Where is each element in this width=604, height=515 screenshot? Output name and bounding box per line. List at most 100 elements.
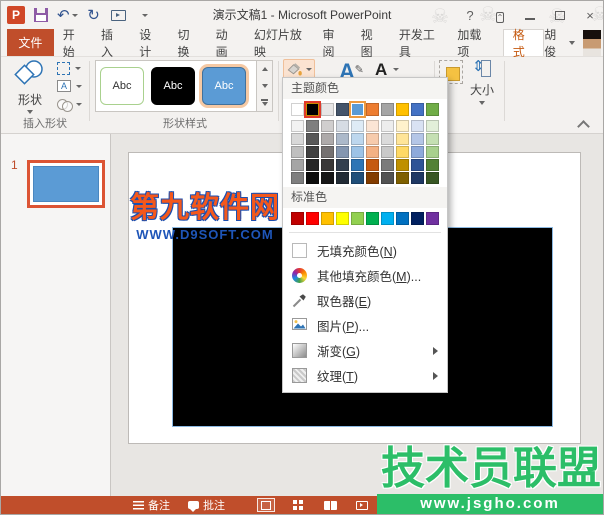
slide-sorter-view-button[interactable] bbox=[289, 498, 307, 512]
color-swatch[interactable] bbox=[351, 146, 364, 158]
color-swatch[interactable] bbox=[336, 133, 349, 145]
color-swatch[interactable] bbox=[411, 120, 424, 132]
color-swatch[interactable] bbox=[291, 120, 304, 132]
color-swatch[interactable] bbox=[426, 159, 439, 171]
color-swatch[interactable] bbox=[291, 146, 304, 158]
color-swatch[interactable] bbox=[366, 103, 379, 116]
color-swatch[interactable] bbox=[396, 133, 409, 145]
color-swatch[interactable] bbox=[336, 172, 349, 184]
color-swatch[interactable] bbox=[351, 120, 364, 132]
save-button[interactable] bbox=[32, 4, 50, 26]
color-swatch[interactable] bbox=[306, 133, 319, 145]
color-swatch[interactable] bbox=[396, 159, 409, 171]
color-swatch[interactable] bbox=[381, 120, 394, 132]
ribbon-tab[interactable]: 视图 bbox=[352, 29, 390, 56]
color-swatch[interactable] bbox=[306, 146, 319, 158]
color-swatch[interactable] bbox=[396, 172, 409, 184]
color-swatch[interactable] bbox=[351, 133, 364, 145]
color-swatch[interactable] bbox=[306, 172, 319, 184]
color-swatch[interactable] bbox=[396, 103, 409, 116]
zoom-out-button[interactable]: − bbox=[381, 499, 387, 511]
color-swatch[interactable] bbox=[426, 212, 439, 225]
ribbon-tab[interactable]: 开发工具 bbox=[390, 29, 448, 56]
color-swatch[interactable] bbox=[366, 172, 379, 184]
color-swatch[interactable] bbox=[291, 159, 304, 171]
redo-button[interactable]: ↻ bbox=[85, 4, 103, 26]
color-swatch[interactable] bbox=[351, 159, 364, 171]
fit-slide-to-window-button[interactable] bbox=[552, 500, 563, 511]
color-swatch[interactable] bbox=[306, 103, 319, 116]
color-swatch[interactable] bbox=[306, 159, 319, 171]
color-swatch[interactable] bbox=[411, 103, 424, 116]
color-swatch[interactable] bbox=[306, 212, 319, 225]
color-swatch[interactable] bbox=[381, 212, 394, 225]
color-swatch[interactable] bbox=[366, 120, 379, 132]
customize-qat-button[interactable] bbox=[135, 4, 153, 26]
comments-button[interactable]: 批注 bbox=[188, 497, 225, 513]
color-swatch[interactable] bbox=[411, 172, 424, 184]
shape-style-option[interactable]: Abc bbox=[100, 67, 144, 105]
zoom-slider[interactable] bbox=[393, 504, 497, 506]
ribbon-tab[interactable]: 加载项 bbox=[448, 29, 496, 56]
color-swatch[interactable] bbox=[381, 159, 394, 171]
user-menu[interactable]: 胡俊 bbox=[544, 29, 603, 56]
color-swatch[interactable] bbox=[321, 159, 334, 171]
fill-menu-item[interactable]: 无填充颜色(N) bbox=[283, 238, 447, 263]
color-swatch[interactable] bbox=[426, 133, 439, 145]
minimize-button[interactable] bbox=[521, 8, 539, 23]
color-swatch[interactable] bbox=[291, 212, 304, 225]
color-swatch[interactable] bbox=[366, 133, 379, 145]
color-swatch[interactable] bbox=[381, 172, 394, 184]
color-swatch[interactable] bbox=[336, 159, 349, 171]
fill-menu-item[interactable]: 取色器(E) bbox=[283, 288, 447, 313]
color-swatch[interactable] bbox=[411, 133, 424, 145]
ribbon-tab[interactable]: 开始 bbox=[54, 29, 92, 56]
shape-style-option[interactable]: Abc bbox=[151, 67, 195, 105]
fill-menu-item[interactable]: 其他填充颜色(M)... bbox=[283, 263, 447, 288]
shape-fill-button[interactable] bbox=[283, 59, 315, 79]
text-box-button[interactable]: A bbox=[57, 78, 82, 94]
color-swatch[interactable] bbox=[351, 212, 364, 225]
gallery-scroll-up-button[interactable] bbox=[257, 61, 272, 78]
ribbon-tab[interactable]: 切换 bbox=[168, 29, 206, 56]
ribbon-tab[interactable]: 动画 bbox=[207, 29, 245, 56]
undo-button[interactable]: ↶ bbox=[57, 4, 78, 26]
edit-shape-button[interactable] bbox=[57, 60, 82, 76]
ribbon-tab[interactable]: 幻灯片放映 bbox=[245, 29, 314, 56]
color-swatch[interactable] bbox=[291, 133, 304, 145]
color-swatch[interactable] bbox=[291, 172, 304, 184]
color-swatch[interactable] bbox=[336, 146, 349, 158]
gallery-scroll-down-button[interactable] bbox=[257, 78, 272, 95]
color-swatch[interactable] bbox=[351, 103, 364, 116]
collapse-ribbon-button[interactable] bbox=[577, 119, 589, 129]
color-swatch[interactable] bbox=[396, 146, 409, 158]
fill-menu-item[interactable]: 纹理(T) bbox=[283, 363, 447, 388]
color-swatch[interactable] bbox=[366, 146, 379, 158]
ribbon-tab[interactable]: 设计 bbox=[130, 29, 168, 56]
slideshow-view-button[interactable] bbox=[353, 498, 371, 512]
ribbon-display-options-button[interactable]: ⌃ bbox=[491, 8, 509, 23]
gallery-more-button[interactable] bbox=[257, 94, 272, 111]
insert-shapes-button[interactable]: 形状 bbox=[9, 59, 51, 113]
color-swatch[interactable] bbox=[396, 120, 409, 132]
shape-style-option[interactable]: Abc bbox=[202, 67, 246, 105]
color-swatch[interactable] bbox=[321, 172, 334, 184]
color-swatch[interactable] bbox=[426, 103, 439, 116]
reading-view-button[interactable] bbox=[321, 498, 339, 512]
color-swatch[interactable] bbox=[351, 172, 364, 184]
color-swatch[interactable] bbox=[366, 212, 379, 225]
color-swatch[interactable] bbox=[291, 103, 304, 116]
color-swatch[interactable] bbox=[336, 103, 349, 116]
slide-thumbnail[interactable] bbox=[27, 160, 105, 208]
merge-shapes-button[interactable] bbox=[57, 96, 82, 112]
color-swatch[interactable] bbox=[381, 103, 394, 116]
color-swatch[interactable] bbox=[426, 120, 439, 132]
color-swatch[interactable] bbox=[336, 212, 349, 225]
color-swatch[interactable] bbox=[426, 172, 439, 184]
color-swatch[interactable] bbox=[411, 146, 424, 158]
ribbon-tab[interactable]: 插入 bbox=[92, 29, 130, 56]
color-swatch[interactable] bbox=[381, 146, 394, 158]
zoom-in-button[interactable]: + bbox=[503, 499, 509, 511]
fill-menu-item[interactable]: 渐变(G) bbox=[283, 338, 447, 363]
ribbon-tab[interactable]: 审阅 bbox=[313, 29, 351, 56]
